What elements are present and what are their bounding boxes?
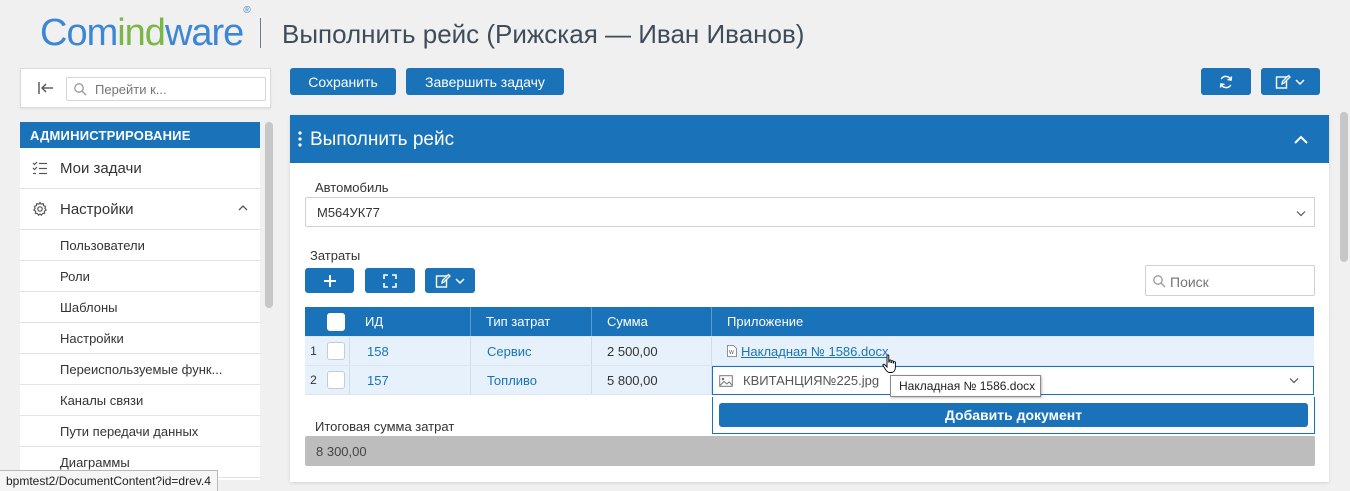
refresh-icon <box>1219 75 1233 88</box>
column-header-type[interactable]: Тип затрат <box>471 307 592 336</box>
row-type-link[interactable]: Сервис <box>471 337 592 365</box>
chevron-up-icon[interactable] <box>238 203 248 213</box>
finish-task-button[interactable]: Завершить задачу <box>406 68 564 95</box>
hand-cursor-icon <box>882 354 896 373</box>
sidebar-nav: АДМИНИСТРИРОВАНИЕ Мои задачи Настройки П… <box>20 122 260 480</box>
column-header-sum[interactable]: Сумма <box>592 307 712 336</box>
sidebar-subitem-communication-channels[interactable]: Каналы связи <box>20 385 260 416</box>
sidebar-subitem-reusable-functions[interactable]: Переиспользуемые функ... <box>20 354 260 385</box>
word-document-icon: W <box>727 345 737 357</box>
page-scrollbar[interactable] <box>1340 112 1348 262</box>
table-row[interactable]: 2 157 Топливо 5 800,00 КВИТАНЦИЯ№225.jpg <box>305 366 1314 395</box>
attachment-dropdown: Добавить документ <box>712 397 1315 434</box>
table-row[interactable]: 1 158 Сервис 2 500,00 W Накладная № 1586… <box>305 337 1314 366</box>
refresh-button[interactable] <box>1201 68 1251 95</box>
add-row-button[interactable] <box>305 268 354 293</box>
header-divider <box>260 18 261 48</box>
vehicle-select[interactable]: М564УК77 <box>305 197 1315 227</box>
select-all-cell <box>322 307 350 336</box>
task-form-panel: Выполнить рейс Автомобиль М564УК77 Затра… <box>290 115 1329 482</box>
fullscreen-button[interactable] <box>365 268 415 293</box>
row-sum: 5 800,00 <box>592 366 712 394</box>
sidebar-item-my-tasks[interactable]: Мои задачи <box>20 148 260 189</box>
comindware-logo[interactable]: Comindware® <box>40 5 251 55</box>
sidebar-item-label: Настройки <box>60 200 134 218</box>
plus-icon <box>323 274 336 287</box>
collapse-panel-icon[interactable] <box>1293 133 1309 145</box>
sidebar-subitem-settings[interactable]: Настройки <box>20 323 260 354</box>
panel-header: Выполнить рейс <box>290 115 1329 163</box>
column-header-id[interactable]: ИД <box>350 307 471 336</box>
app-header: Comindware® Выполнить рейс (Рижская — Ив… <box>0 0 1350 64</box>
row-type-link[interactable]: Топливо <box>471 366 592 394</box>
status-bar-url: bpmtest2/DocumentContent?id=drev.4 <box>0 470 218 491</box>
sidebar-scrollbar[interactable] <box>265 122 273 308</box>
attachment-file-name[interactable]: КВИТАНЦИЯ№225.jpg <box>743 373 879 388</box>
drag-handle-icon[interactable] <box>298 131 302 147</box>
vehicle-value: М564УК77 <box>317 205 380 220</box>
grid-search-input[interactable] <box>1170 273 1310 290</box>
search-icon <box>74 83 87 96</box>
attachment-tooltip: Накладная № 1586.docx <box>890 375 1041 397</box>
sidebar-subitem-roles[interactable]: Роли <box>20 261 260 292</box>
page-title: Выполнить рейс (Рижская — Иван Иванов) <box>282 19 805 49</box>
grid-search[interactable] <box>1145 265 1315 296</box>
total-field: 8 300,00 <box>305 436 1315 466</box>
edit-icon <box>1275 74 1291 89</box>
sidebar-subitem-data-paths[interactable]: Пути передачи данных <box>20 416 260 447</box>
chevron-down-icon <box>1296 211 1306 217</box>
table-header: ИД Тип затрат Сумма Приложение <box>305 307 1314 337</box>
row-sum: 2 500,00 <box>592 337 712 365</box>
sidebar-item-settings[interactable]: Настройки <box>20 189 260 230</box>
sidebar-toolbar <box>20 68 271 108</box>
row-number: 2 <box>310 373 317 387</box>
row-id-link[interactable]: 158 <box>350 337 471 365</box>
search-icon <box>1153 275 1166 288</box>
fullscreen-icon <box>383 273 397 288</box>
sidebar-subitem-users[interactable]: Пользователи <box>20 230 260 261</box>
sidebar-item-label: Мои задачи <box>60 159 142 177</box>
select-all-checkbox[interactable] <box>327 312 345 331</box>
row-number-header <box>305 307 322 336</box>
chevron-down-icon[interactable] <box>1289 377 1299 384</box>
costs-label: Затраты <box>310 248 361 263</box>
row-attachment-cell: W Накладная № 1586.docx <box>712 337 1314 365</box>
total-value: 8 300,00 <box>316 444 367 459</box>
column-header-attachment[interactable]: Приложение <box>712 307 1314 336</box>
grid-edit-menu-button[interactable] <box>425 268 475 293</box>
row-checkbox[interactable] <box>326 371 345 389</box>
gear-icon <box>32 201 48 217</box>
row-id-link[interactable]: 157 <box>350 366 471 394</box>
sidebar-search[interactable] <box>66 77 266 101</box>
row-select-cell <box>322 366 350 394</box>
panel-title: Выполнить рейс <box>310 129 455 150</box>
sidebar-section-header: АДМИНИСТРИРОВАНИЕ <box>20 122 260 148</box>
edit-menu-button[interactable] <box>1261 68 1320 95</box>
image-file-icon <box>719 374 733 387</box>
vehicle-label: Автомобиль <box>315 180 389 195</box>
save-button[interactable]: Сохранить <box>290 68 396 95</box>
row-number: 1 <box>310 344 317 358</box>
sidebar-search-input[interactable] <box>95 81 260 98</box>
row-checkbox[interactable] <box>326 342 345 360</box>
edit-icon <box>435 273 451 288</box>
costs-table: ИД Тип затрат Сумма Приложение 1 158 Сер… <box>305 307 1314 395</box>
task-list-icon <box>32 160 48 176</box>
row-select-cell <box>322 337 350 365</box>
add-document-button[interactable]: Добавить документ <box>719 403 1308 427</box>
chevron-down-icon <box>1295 78 1305 85</box>
total-label: Итоговая сумма затрат <box>315 419 455 434</box>
attachment-link[interactable]: Накладная № 1586.docx <box>741 344 888 359</box>
collapse-sidebar-icon[interactable] <box>37 80 55 96</box>
svg-text:W: W <box>729 350 734 356</box>
sidebar-subitem-templates[interactable]: Шаблоны <box>20 292 260 323</box>
chevron-down-icon <box>454 277 465 284</box>
